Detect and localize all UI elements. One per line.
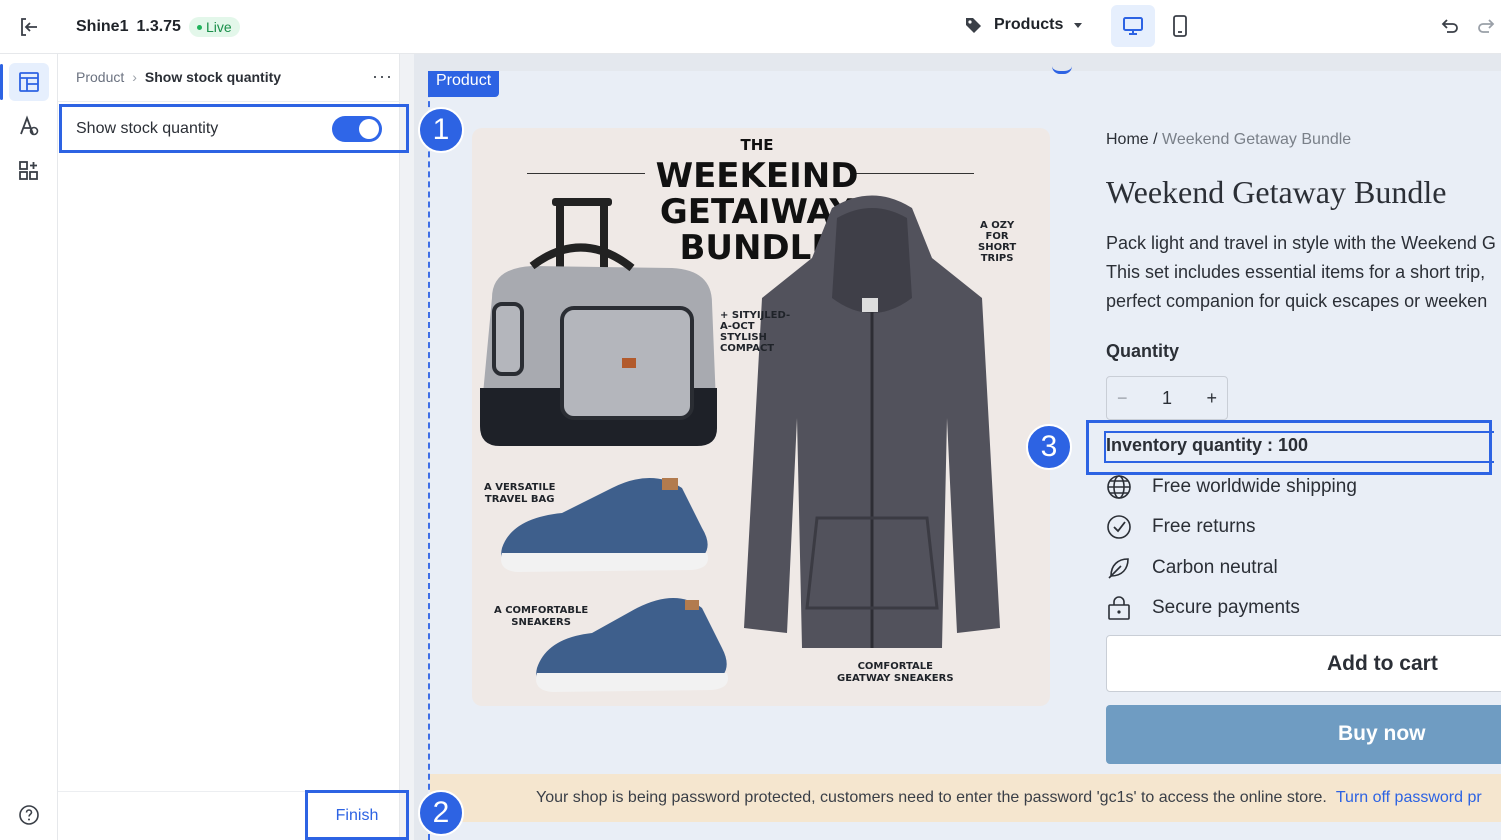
product-image: THE WEEKEIND GETAIWAY BUNDLE A OZY FOR S… <box>472 128 1050 706</box>
password-notice-bar: Your shop is being password protected, c… <box>430 774 1501 822</box>
callout-number-1: 1 <box>418 107 464 153</box>
quantity-increase-button[interactable]: + <box>1206 388 1217 409</box>
feature-shipping: Free worldwide shipping <box>1106 474 1357 500</box>
turn-off-password-link[interactable]: Turn off password pr <box>1336 789 1482 807</box>
status-badge: Live <box>188 17 240 37</box>
breadcrumb-current: Show stock quantity <box>144 69 282 85</box>
quantity-value[interactable]: 1 <box>1162 388 1172 409</box>
apps-icon[interactable] <box>19 161 39 181</box>
feature-label: Free returns <box>1152 516 1256 537</box>
callout-box-3-inner <box>1104 431 1494 463</box>
quantity-label: Quantity <box>1106 341 1180 361</box>
panel-scrollbar[interactable] <box>400 54 414 840</box>
settings-panel: Product › Show stock quantity ··· Show s… <box>58 54 400 840</box>
sneaker-illustration-bottom <box>536 598 728 692</box>
mobile-view-button[interactable] <box>1160 5 1200 47</box>
feature-label: Secure payments <box>1152 597 1300 618</box>
desktop-view-button[interactable] <box>1111 5 1155 47</box>
callout-number-3: 3 <box>1026 424 1072 470</box>
quantity-decrease-button[interactable]: − <box>1117 388 1128 409</box>
label-cozy: A OZY FOR SHORT TRIPS <box>978 220 1017 264</box>
lock-icon <box>1106 595 1132 621</box>
chevron-right-icon: › <box>132 69 137 85</box>
quantity-stepper[interactable]: − 1 + <box>1106 376 1228 420</box>
buy-now-label: Buy now <box>1338 722 1426 745</box>
callout-box-2 <box>305 790 409 840</box>
add-to-cart-label: Add to cart <box>1327 652 1438 675</box>
undo-icon[interactable] <box>1438 16 1460 38</box>
callout-number-2: 2 <box>418 790 464 836</box>
tag-icon <box>964 15 984 35</box>
page-selector[interactable]: Products <box>964 15 1083 35</box>
password-notice-text: Your shop is being password protected, c… <box>536 789 1327 806</box>
feature-carbon: Carbon neutral <box>1106 555 1278 581</box>
globe-icon <box>1106 474 1132 500</box>
sections-button[interactable] <box>9 63 49 101</box>
help-icon[interactable] <box>18 804 40 826</box>
page-selector-label: Products <box>994 16 1064 33</box>
buy-now-button[interactable]: Buy now <box>1106 705 1501 764</box>
breadcrumb-product: Weekend Getaway Bundle <box>1162 131 1352 148</box>
more-options-button[interactable]: ··· <box>372 66 393 87</box>
sneaker-illustration-top <box>501 478 708 572</box>
label-bottom: COMFORTALE GEATWAY SNEAKERS <box>837 661 954 684</box>
product-breadcrumb: Home / Weekend Getaway Bundle <box>1106 131 1351 149</box>
theme-style-icon[interactable] <box>19 115 39 137</box>
hoodie-illustration <box>744 195 1000 648</box>
callout-box-1 <box>59 104 409 153</box>
feature-label: Carbon neutral <box>1152 557 1278 578</box>
feature-returns: Free returns <box>1106 514 1255 540</box>
section-tag[interactable]: Product <box>428 71 500 97</box>
layout-icon <box>19 72 39 92</box>
breadcrumb-parent[interactable]: Product <box>76 69 124 85</box>
desktop-icon <box>1122 16 1144 36</box>
exit-icon[interactable] <box>18 16 40 38</box>
check-circle-icon <box>1106 514 1132 540</box>
label-bag: A VERSATILE TRAVEL BAG <box>484 482 556 505</box>
caret-down-icon <box>1073 20 1083 30</box>
section-tag-label: Product <box>436 72 492 89</box>
leaf-icon <box>1106 555 1132 581</box>
product-description: Pack light and travel in style with the … <box>1106 233 1496 311</box>
left-rail <box>0 54 58 840</box>
active-indicator <box>0 64 3 100</box>
setting-row <box>58 101 400 102</box>
breadcrumb-home[interactable]: Home / <box>1106 131 1158 148</box>
feature-payments: Secure payments <box>1106 595 1300 621</box>
add-to-cart-button[interactable]: Add to cart <box>1106 635 1501 692</box>
label-sneakers: A COMFORTABLE SNEAKERS <box>494 605 589 628</box>
version-label: 1.3.75 <box>136 18 181 35</box>
redo-icon[interactable] <box>1476 16 1498 38</box>
store-name: Shine1 <box>76 18 129 35</box>
duffel-bag-illustration <box>480 198 717 446</box>
mobile-icon <box>1172 15 1188 37</box>
product-title: Weekend Getaway Bundle <box>1106 174 1447 210</box>
feature-label: Free worldwide shipping <box>1152 476 1357 497</box>
top-bar: Shine1 1.3.75 Live Products <box>0 0 1501 54</box>
breadcrumb: Product › Show stock quantity <box>76 69 281 85</box>
label-stylish: + SITYIJLED- A-OCT STYLISH COMPACT <box>720 310 791 354</box>
